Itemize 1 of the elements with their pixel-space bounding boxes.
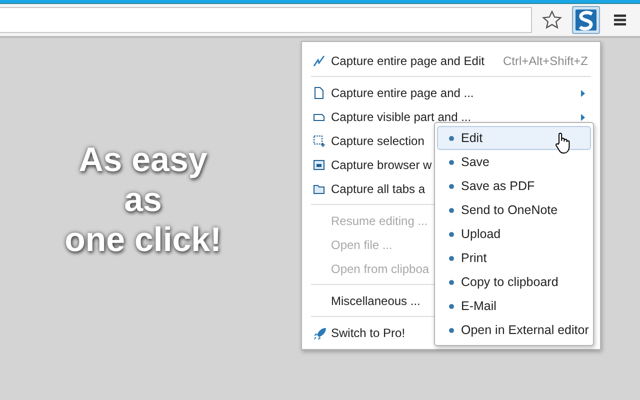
headline: As easy as one click!: [64, 140, 222, 260]
